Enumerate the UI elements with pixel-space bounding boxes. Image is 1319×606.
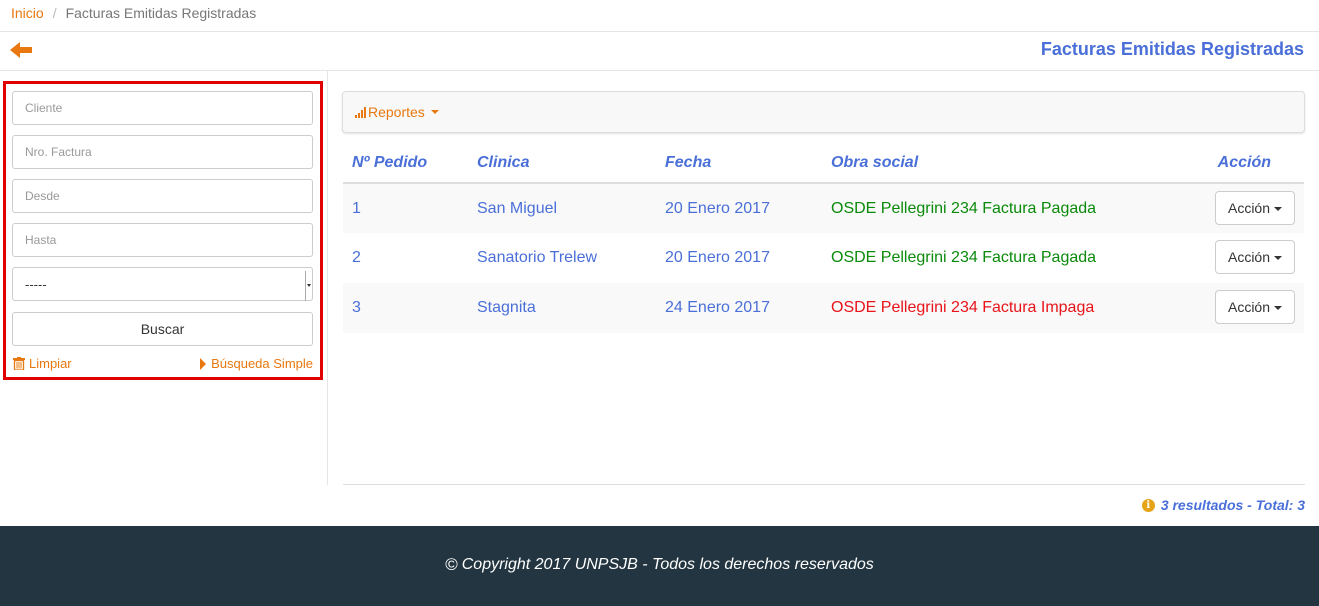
- cell-fecha: 24 Enero 2017: [656, 283, 822, 333]
- cell-obra-social: OSDE Pellegrini 234 Factura Impaga: [822, 283, 1202, 333]
- busqueda-simple-link[interactable]: Búsqueda Simple: [200, 356, 313, 371]
- cell-pedido: 2: [352, 249, 361, 266]
- header-obra-social: Obra social: [822, 143, 1202, 184]
- table-row: 3 Stagnita 24 Enero 2017 OSDE Pellegrini…: [343, 283, 1304, 333]
- estado-select[interactable]: -----: [12, 267, 313, 301]
- copyright-text: Copyright 2017 UNPSJB - Todos los derech…: [461, 556, 874, 573]
- copyright-icon: ©: [445, 555, 458, 574]
- reports-toolbar: Reportes: [342, 91, 1305, 133]
- accion-dropdown-button[interactable]: Acción: [1215, 190, 1295, 225]
- hasta-date-input[interactable]: [12, 223, 313, 257]
- table-row: 2 Sanatorio Trelew 20 Enero 2017 OSDE Pe…: [343, 233, 1304, 283]
- breadcrumb-current: Facturas Emitidas Registradas: [65, 5, 257, 21]
- caret-down-icon: [1274, 206, 1283, 211]
- header-clinica: Clinica: [468, 143, 656, 184]
- limpiar-label: Limpiar: [29, 356, 72, 371]
- accion-label: Acción: [1227, 199, 1271, 216]
- accion-dropdown-button[interactable]: Acción: [1215, 290, 1295, 324]
- footer: © Copyright 2017 UNPSJB - Todos los dere…: [0, 526, 1319, 606]
- cell-clinica: San Miguel: [468, 183, 656, 233]
- cell-accion: Acción: [1202, 283, 1304, 333]
- trash-icon: [13, 357, 25, 370]
- arrow-left-icon[interactable]: [10, 40, 34, 60]
- header-pedido: Nº Pedido: [343, 143, 468, 184]
- info-icon: i: [1141, 498, 1155, 512]
- cliente-input[interactable]: [12, 91, 313, 125]
- caret-down-icon: [1274, 256, 1283, 261]
- table-header-row: Nº Pedido Clinica Fecha Obra social Acci…: [343, 143, 1304, 184]
- cell-fecha: 20 Enero 2017: [656, 183, 822, 233]
- cell-fecha: 20 Enero 2017: [665, 249, 770, 266]
- table-bottom-divider: [343, 484, 1305, 485]
- select-arrow-icon: [305, 271, 311, 301]
- caret-down-icon: [1274, 306, 1283, 311]
- breadcrumb-separator: /: [52, 5, 57, 21]
- factura-number-input[interactable]: [12, 135, 313, 169]
- desde-date-input[interactable]: [12, 179, 313, 213]
- reportes-label: Reportes: [368, 104, 425, 120]
- signal-bars-icon: [355, 107, 366, 118]
- vertical-divider: [327, 71, 328, 485]
- results-summary: i 3 resultados - Total: 3: [1141, 497, 1305, 513]
- breadcrumb-home-link[interactable]: Inicio: [11, 5, 44, 21]
- cell-accion: Acción: [1202, 183, 1304, 233]
- accion-label: Acción: [1227, 299, 1271, 315]
- accion-label: Acción: [1227, 249, 1271, 265]
- cell-clinica: Stagnita: [468, 283, 656, 333]
- results-text: 3 resultados - Total: 3: [1160, 497, 1305, 513]
- cell-obra-social: OSDE Pellegrini 234 Factura Pagada: [822, 183, 1202, 233]
- breadcrumb: Inicio / Facturas Emitidas Registradas: [0, 0, 1319, 32]
- cell-pedido: 3: [343, 283, 468, 333]
- header-fecha: Fecha: [656, 143, 822, 184]
- buscar-button[interactable]: Buscar: [12, 312, 313, 346]
- busqueda-simple-label: Búsqueda Simple: [211, 356, 313, 371]
- cell-accion: Acción: [1202, 233, 1304, 283]
- caret-down-icon: [430, 110, 439, 114]
- cell-pedido: 1: [343, 183, 468, 233]
- accion-dropdown-button[interactable]: Acción: [1215, 240, 1295, 274]
- facturas-table: Nº Pedido Clinica Fecha Obra social Acci…: [343, 143, 1304, 333]
- cell-clinica: Sanatorio Trelew: [477, 249, 598, 266]
- page-title: Facturas Emitidas Registradas: [1040, 39, 1304, 59]
- table-row: 1 San Miguel 20 Enero 2017 OSDE Pellegri…: [343, 183, 1304, 233]
- reportes-dropdown[interactable]: Reportes: [355, 104, 439, 120]
- header-bar: Facturas Emitidas Registradas: [0, 32, 1319, 71]
- filter-panel: ----- Buscar Limpiar Búsqueda Simple: [3, 81, 323, 380]
- header-accion: Acción: [1202, 143, 1304, 184]
- caret-right-icon: [200, 357, 207, 370]
- limpiar-link[interactable]: Limpiar: [13, 356, 72, 371]
- cell-obra-social: OSDE Pellegrini 234 Factura Pagada: [831, 249, 1097, 266]
